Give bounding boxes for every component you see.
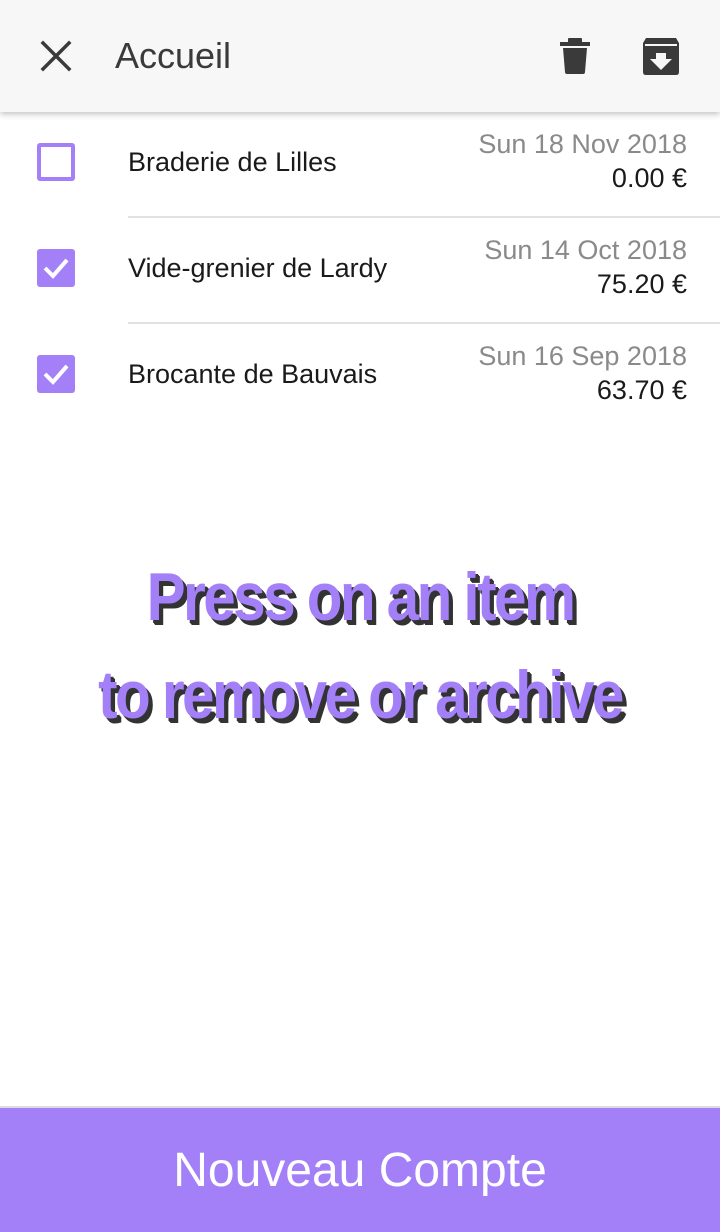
instruction-line-1: Press on an item xyxy=(146,559,576,635)
top-app-bar: Accueil xyxy=(0,0,720,112)
page-title: Accueil xyxy=(115,35,232,76)
delete-button[interactable] xyxy=(543,24,607,88)
account-list: Braderie de Lilles Sun 18 Nov 2018 0.00 … xyxy=(0,112,720,430)
item-date: Sun 18 Nov 2018 xyxy=(478,129,687,159)
item-name: Brocante de Bauvais xyxy=(128,359,378,389)
item-amount: 0.00 € xyxy=(611,163,687,193)
item-checkbox[interactable] xyxy=(37,143,75,181)
list-item[interactable]: Vide-grenier de Lardy Sun 14 Oct 2018 75… xyxy=(0,218,720,324)
instruction-overlay: Press on an item to remove or archive xyxy=(50,548,669,744)
item-checkbox[interactable] xyxy=(37,249,75,287)
new-account-button[interactable]: Nouveau Compte xyxy=(0,1106,720,1232)
item-date: Sun 14 Oct 2018 xyxy=(484,235,687,265)
close-icon xyxy=(40,40,72,72)
checkmark-icon xyxy=(43,258,69,279)
archive-button[interactable] xyxy=(629,24,693,88)
item-amount: 75.20 € xyxy=(596,269,687,299)
checkmark-icon xyxy=(43,364,69,385)
list-item[interactable]: Braderie de Lilles Sun 18 Nov 2018 0.00 … xyxy=(0,112,720,218)
item-checkbox[interactable] xyxy=(37,355,75,393)
item-date: Sun 16 Sep 2018 xyxy=(478,341,687,371)
list-item[interactable]: Brocante de Bauvais Sun 16 Sep 2018 63.7… xyxy=(0,324,720,430)
instruction-line-2: to remove or archive xyxy=(98,657,624,733)
item-name: Braderie de Lilles xyxy=(128,147,337,177)
item-name: Vide-grenier de Lardy xyxy=(128,253,388,283)
item-amount: 63.70 € xyxy=(596,375,687,405)
close-button[interactable] xyxy=(24,24,88,88)
trash-icon xyxy=(560,38,590,74)
archive-icon xyxy=(643,38,679,75)
